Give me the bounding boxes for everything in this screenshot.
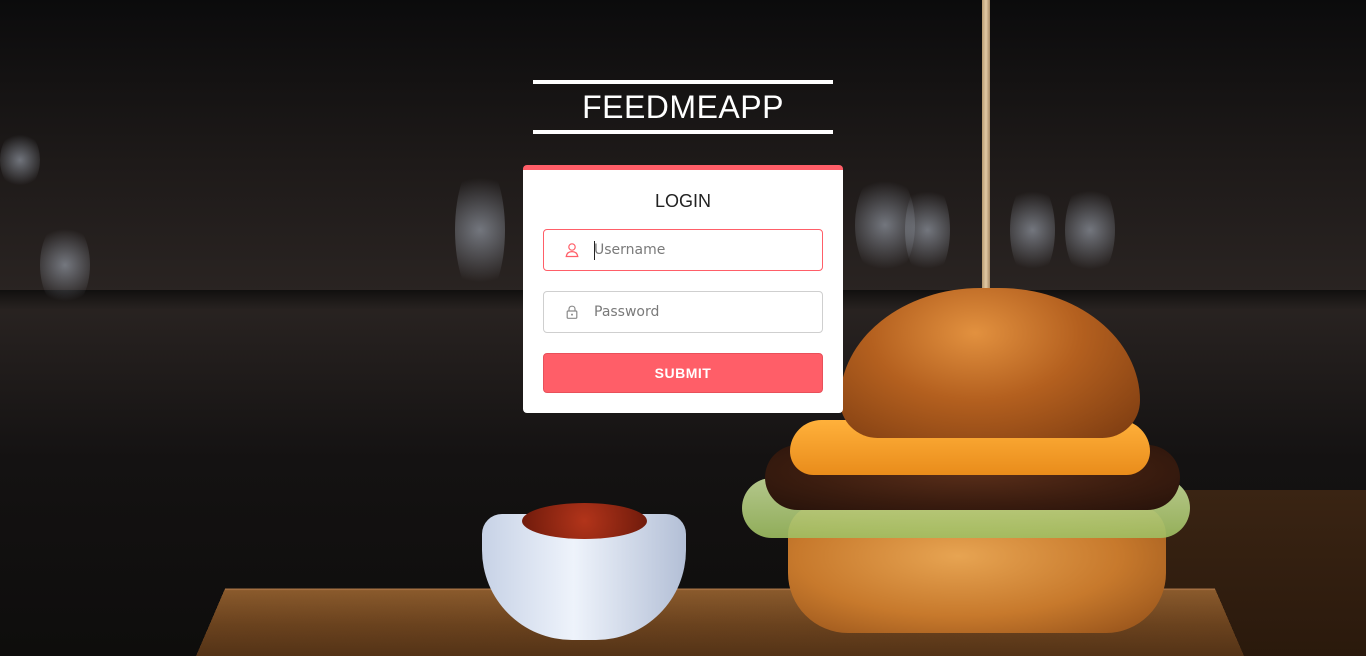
username-input[interactable] [594,230,814,270]
password-input[interactable] [594,292,814,332]
user-icon [564,242,580,258]
background-light [1065,180,1115,280]
background-light [0,130,40,190]
submit-button[interactable]: SUBMIT [543,353,823,393]
salsa [522,503,647,539]
background-light [455,160,505,300]
burger-top-bun [840,288,1140,438]
skewer-stick [982,0,990,300]
password-field[interactable] [543,291,823,333]
app-logo: FEEDMEAPP [533,80,833,134]
username-field[interactable] [543,229,823,271]
text-cursor [594,241,595,260]
background-light [905,180,950,280]
lock-icon [564,304,580,320]
background-light [1010,180,1055,280]
login-card: LOGIN SUBMIT [523,165,843,413]
background-light [40,220,90,310]
login-title: LOGIN [654,191,711,211]
